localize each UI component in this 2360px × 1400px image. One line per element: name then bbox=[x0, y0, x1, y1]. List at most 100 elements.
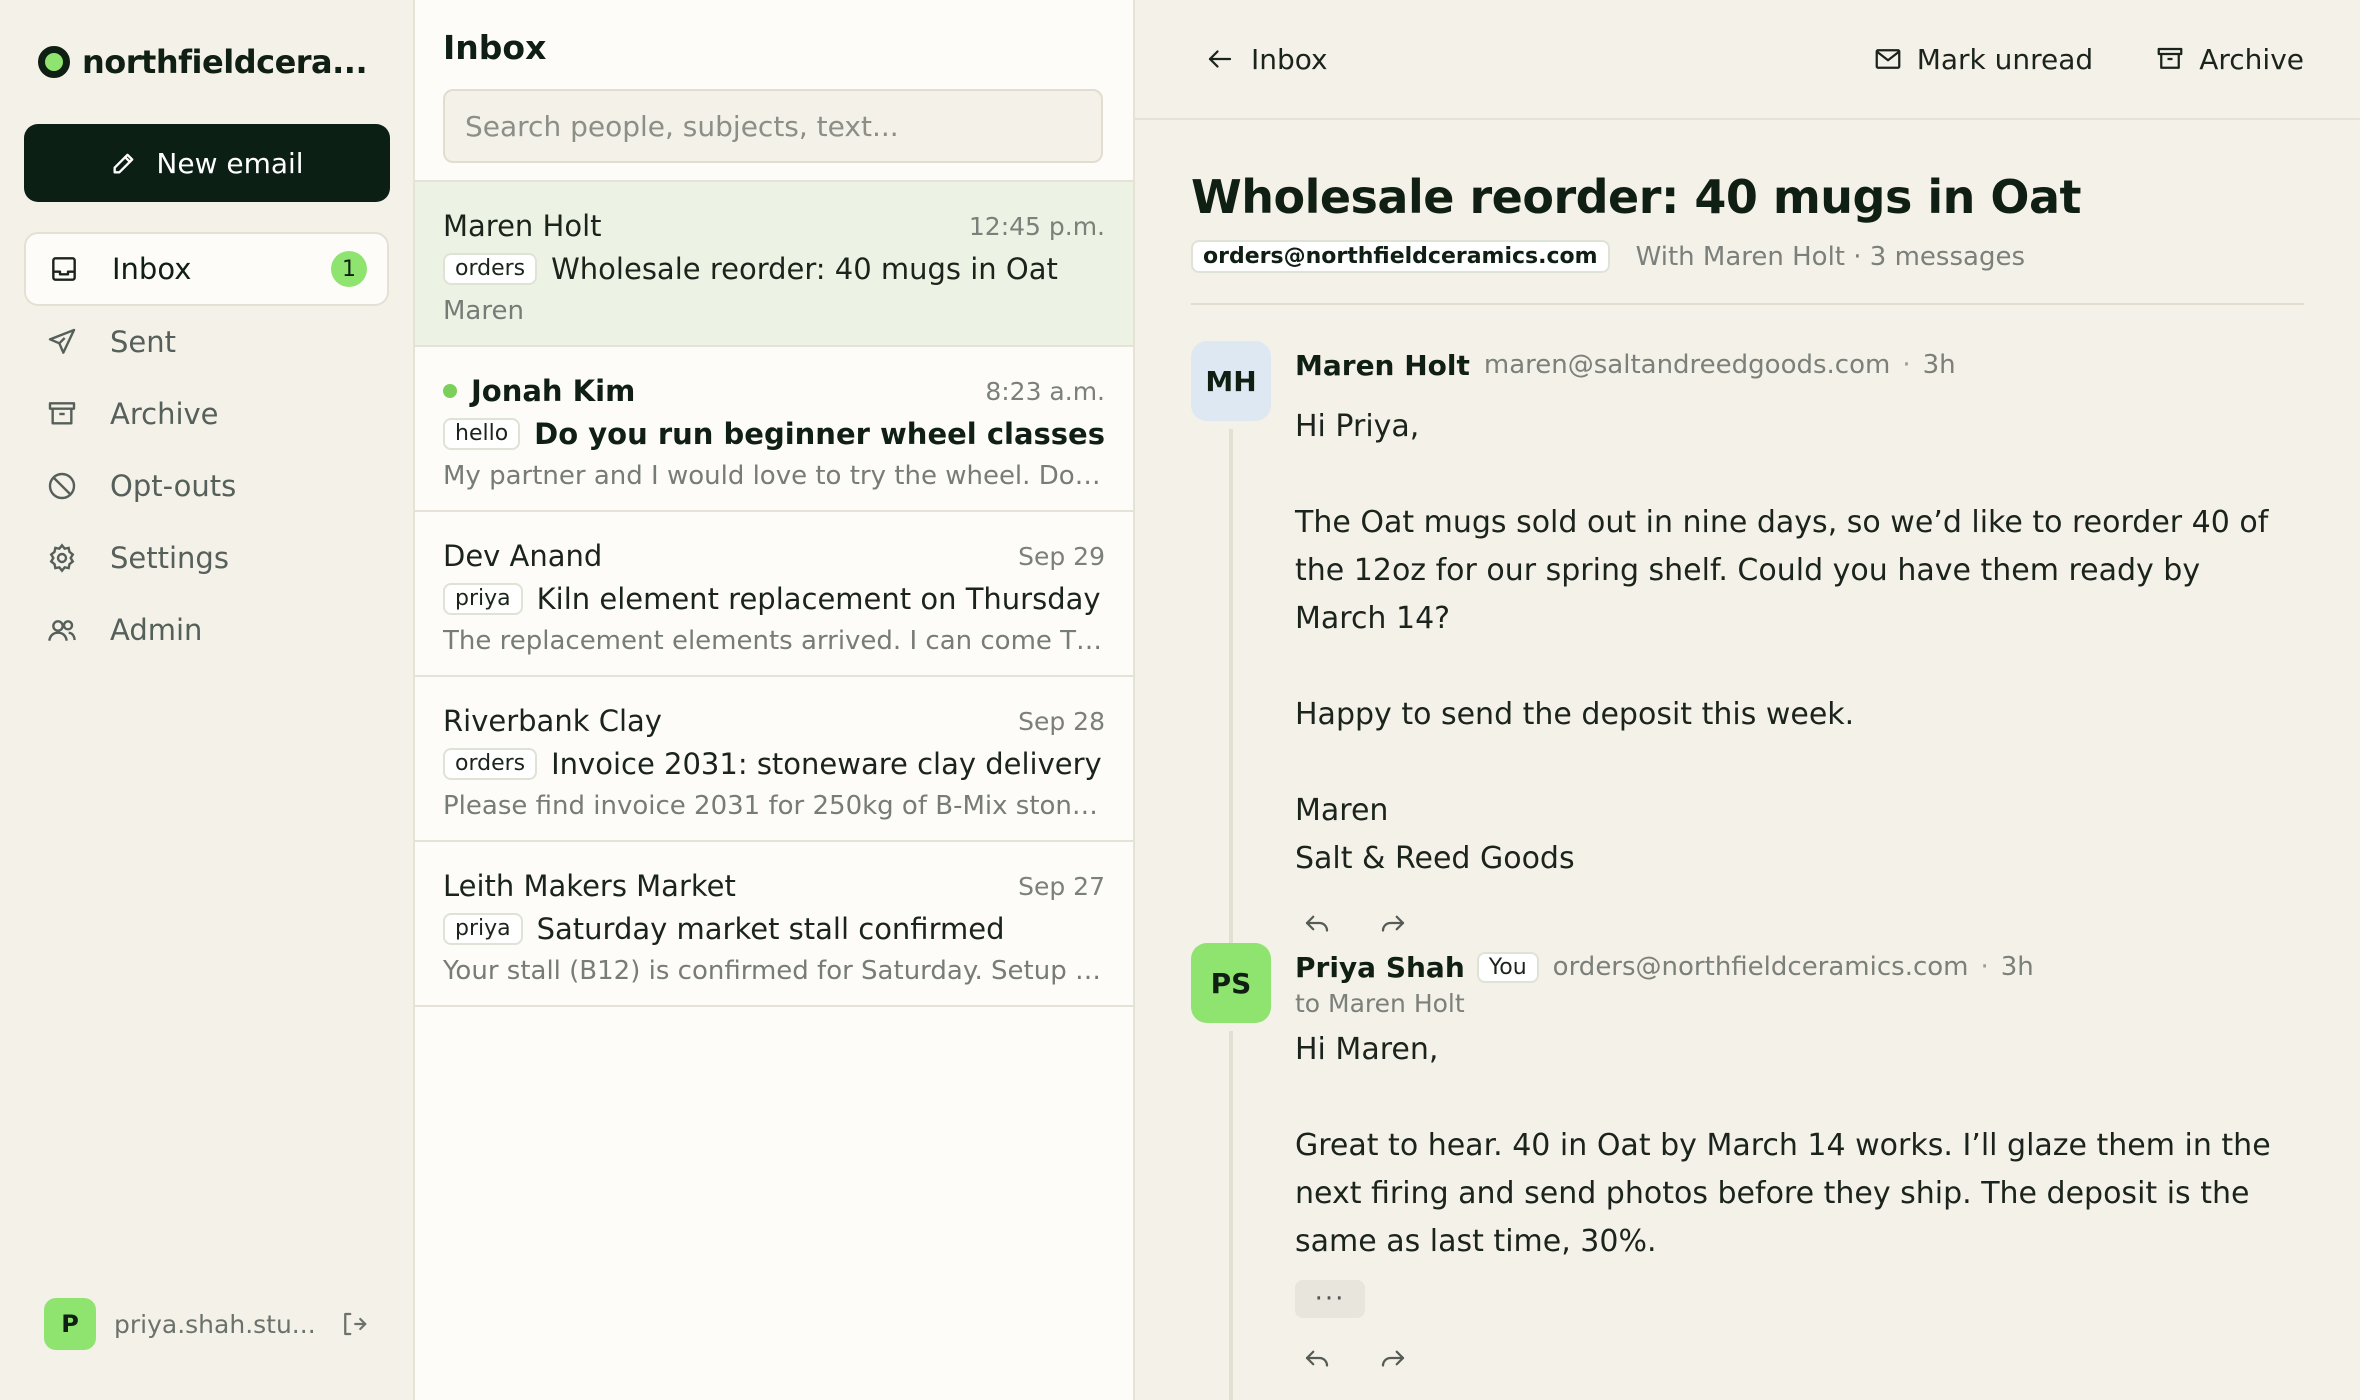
sidebar-item-archive[interactable]: Archive bbox=[24, 378, 389, 450]
message-sender: Maren Holt bbox=[443, 209, 602, 243]
thread-meta: orders@northfieldceramics.com With Maren… bbox=[1191, 240, 2304, 305]
message-subject: Saturday market stall confirmed bbox=[536, 912, 1005, 946]
sidebar-item-label: Sent bbox=[110, 325, 177, 359]
back-label: Inbox bbox=[1251, 42, 1328, 76]
message-time: 12:45 p.m. bbox=[968, 211, 1105, 241]
list-item[interactable]: Maren Holt 12:45 p.m. orders Wholesale r… bbox=[415, 182, 1133, 347]
body-line: The Oat mugs sold out in nine days, so w… bbox=[1295, 505, 2269, 636]
message-subject: Invoice 2031: stoneware clay delivery bbox=[551, 747, 1102, 781]
body-line: Salt & Reed Goods bbox=[1295, 841, 1575, 876]
message-list-pane: Inbox Maren Holt 12:45 p.m. orders Whole… bbox=[415, 0, 1135, 1400]
arrow-left-icon bbox=[1208, 50, 1232, 68]
show-quoted-button[interactable]: ··· bbox=[1295, 1280, 1365, 1318]
thread-title: Wholesale reorder: 40 mugs in Oat bbox=[1191, 170, 2082, 224]
block-icon bbox=[44, 468, 80, 504]
body-line: Great to hear. 40 in Oat by March 14 wor… bbox=[1295, 1128, 2271, 1259]
message-list-header: Inbox bbox=[415, 0, 1133, 182]
archive-button[interactable]: Archive bbox=[2155, 43, 2304, 76]
new-email-button[interactable]: New email bbox=[24, 124, 390, 202]
current-user: P priya.shah.stu... bbox=[44, 1298, 369, 1350]
mark-unread-button[interactable]: Mark unread bbox=[1873, 42, 2094, 76]
avatar: MH bbox=[1191, 341, 1271, 421]
message-sender: Riverbank Clay bbox=[443, 704, 662, 738]
user-email: priya.shah.stu... bbox=[114, 1309, 316, 1339]
mark-unread-label: Mark unread bbox=[1916, 42, 2094, 76]
message-sender: Dev Anand bbox=[443, 539, 603, 573]
sender-email: orders@northfieldceramics.com bbox=[1552, 952, 1969, 982]
separator: · bbox=[1902, 350, 1911, 380]
brand: northfieldcera... bbox=[24, 0, 389, 124]
sidebar-item-inbox[interactable]: Inbox 1 bbox=[24, 232, 389, 306]
archive-icon bbox=[2157, 47, 2183, 69]
message-time: Sep 28 bbox=[1018, 706, 1105, 736]
mailbox-tag: priya bbox=[443, 913, 523, 945]
inbox-icon bbox=[46, 251, 82, 287]
body-line: Hi Priya, bbox=[1295, 409, 1420, 444]
search-input[interactable] bbox=[443, 89, 1103, 163]
logout-icon[interactable] bbox=[339, 1309, 369, 1339]
new-email-label: New email bbox=[156, 146, 304, 180]
reader-toolbar: Inbox Mark unread Archive bbox=[1135, 0, 2360, 120]
forward-icon[interactable] bbox=[1371, 901, 1415, 945]
sidebar-item-label: Archive bbox=[110, 397, 219, 431]
sidebar: northfieldcera... New email Inbox 1 Sent… bbox=[0, 0, 415, 1400]
message-subject: Do you run beginner wheel classes? bbox=[534, 417, 1105, 451]
message-sender-name: Jonah Kim bbox=[471, 374, 636, 408]
message-preview: Please find invoice 2031 for 250kg of B-… bbox=[443, 791, 1105, 821]
list-item[interactable]: Riverbank Clay Sep 28 orders Invoice 203… bbox=[415, 677, 1133, 842]
sidebar-item-admin[interactable]: Admin bbox=[24, 594, 389, 666]
list-item[interactable]: Leith Makers Market Sep 27 priya Saturda… bbox=[415, 842, 1133, 1007]
back-to-inbox-button[interactable]: Inbox bbox=[1205, 43, 1328, 76]
mailbox-address-chip: orders@northfieldceramics.com bbox=[1191, 240, 1610, 273]
sidebar-item-label: Settings bbox=[110, 541, 229, 575]
list-title: Inbox bbox=[443, 28, 547, 67]
envelope-icon bbox=[1875, 49, 1901, 69]
thread-line bbox=[1229, 429, 1233, 959]
body-line: Happy to send the deposit this week. bbox=[1295, 697, 1855, 732]
sidebar-item-label: Opt-outs bbox=[110, 469, 237, 503]
reading-pane: Inbox Mark unread Archive Wholesale reor… bbox=[1135, 0, 2360, 1400]
message-age: 3h bbox=[1922, 350, 1956, 380]
mailbox-tag: hello bbox=[443, 418, 521, 450]
forward-icon[interactable] bbox=[1371, 1336, 1415, 1380]
gear-icon bbox=[44, 540, 80, 576]
message-subject: Wholesale reorder: 40 mugs in Oat bbox=[551, 252, 1058, 286]
mailbox-tag: orders bbox=[443, 748, 538, 780]
thread-participants: With Maren Holt · 3 messages bbox=[1635, 241, 2025, 272]
message-body: Hi Priya, The Oat mugs sold out in nine … bbox=[1295, 403, 2295, 883]
users-icon bbox=[44, 612, 80, 648]
message-subject: Kiln element replacement on Thursday bbox=[536, 582, 1101, 616]
sidebar-item-sent[interactable]: Sent bbox=[24, 306, 389, 378]
sidebar-item-opt-outs[interactable]: Opt-outs bbox=[24, 450, 389, 522]
list-item[interactable]: Jonah Kim 8:23 a.m. hello Do you run beg… bbox=[415, 347, 1133, 512]
sender-email: maren@saltandreedgoods.com bbox=[1483, 350, 1891, 380]
separator: · bbox=[1980, 952, 1989, 982]
archive-label: Archive bbox=[2199, 42, 2304, 76]
you-badge: You bbox=[1476, 951, 1539, 983]
thread-messages: MH Maren Holt maren@saltandreedgoods.com… bbox=[1135, 305, 2360, 1400]
recipient-line: to Maren Holt bbox=[1295, 989, 1465, 1018]
list-item[interactable]: Dev Anand Sep 29 priya Kiln element repl… bbox=[415, 512, 1133, 677]
thread-message: PS Priya Shah You orders@northfieldceram… bbox=[1191, 943, 2304, 1400]
avatar: PS bbox=[1191, 943, 1271, 1023]
body-line: Maren bbox=[1295, 793, 1389, 828]
unread-indicator bbox=[443, 384, 457, 398]
message-preview: The replacement elements arrived. I can … bbox=[443, 626, 1105, 656]
message-preview: Your stall (B12) is confirmed for Saturd… bbox=[443, 956, 1105, 986]
mailbox-tag: priya bbox=[443, 583, 523, 615]
app-window: northfieldcera... New email Inbox 1 Sent… bbox=[0, 0, 2360, 1400]
sender-name: Maren Holt bbox=[1295, 348, 1470, 382]
thread-header: Wholesale reorder: 40 mugs in Oat orders… bbox=[1135, 120, 2360, 305]
reply-icon[interactable] bbox=[1295, 901, 1339, 945]
reply-icon[interactable] bbox=[1295, 1336, 1339, 1380]
message-preview: My partner and I would love to try the w… bbox=[443, 461, 1105, 491]
message-sender: Jonah Kim bbox=[443, 374, 635, 408]
message-time: Sep 27 bbox=[1018, 871, 1105, 901]
archive-icon bbox=[44, 396, 80, 432]
message-age: 3h bbox=[2000, 952, 2034, 982]
sidebar-item-settings[interactable]: Settings bbox=[24, 522, 389, 594]
sidebar-item-label: Admin bbox=[110, 613, 203, 647]
message-body: Hi Maren, Great to hear. 40 in Oat by Ma… bbox=[1295, 1026, 2295, 1266]
mailbox-tag: orders bbox=[443, 253, 538, 285]
brand-name: northfieldcera... bbox=[82, 43, 368, 81]
